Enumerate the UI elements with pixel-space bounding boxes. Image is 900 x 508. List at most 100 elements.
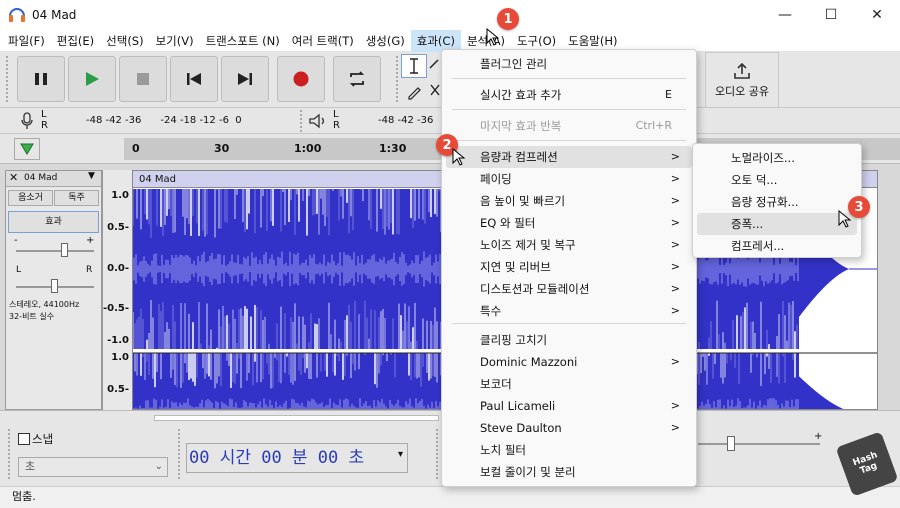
status-bar: 멈춤.	[0, 486, 900, 508]
playback-speed-thumb[interactable]	[727, 436, 735, 451]
menu-item-clip-fix[interactable]: 클리핑 고치기	[446, 329, 692, 351]
waveform-rms	[137, 265, 139, 273]
maximize-button[interactable]: ☐	[808, 0, 854, 30]
waveform-rms	[737, 398, 739, 409]
toolbar-grip[interactable]	[6, 56, 12, 102]
step-badge-1: 1	[497, 8, 519, 30]
menu-item-steve-daulton[interactable]: Steve Daulton >	[446, 417, 692, 439]
menu-item-noise-removal[interactable]: 노이즈 제거 및 복구 >	[446, 234, 692, 256]
menu-edit[interactable]: 편집(E)	[51, 30, 100, 52]
share-audio-button[interactable]: 오디오 공유	[705, 52, 779, 108]
submenu-item-normalize[interactable]: 노멀라이즈...	[697, 147, 857, 169]
playback-speed-slider[interactable]	[698, 443, 820, 445]
gain-slider-thumb[interactable]	[61, 243, 68, 257]
loop-button[interactable]	[333, 56, 381, 102]
menu-item-label: 노치 필터	[480, 443, 526, 457]
time-display[interactable]: 00 시간 00 분 00 초	[186, 443, 408, 473]
menu-item-distortion-modulation[interactable]: 디스토션과 모듈레이션 >	[446, 278, 692, 300]
menu-item-eq-filters[interactable]: EQ 와 필터 >	[446, 212, 692, 234]
speaker-icon[interactable]	[308, 113, 328, 129]
menu-view[interactable]: 보기(V)	[150, 30, 200, 52]
speed-grip[interactable]	[436, 429, 440, 479]
time-grip[interactable]	[178, 429, 182, 479]
multi-tool-button[interactable]	[428, 80, 442, 104]
waveform-rms	[265, 252, 267, 286]
track-menu-arrow-icon[interactable]: ▼	[88, 171, 95, 181]
menu-generate[interactable]: 생성(G)	[360, 30, 411, 52]
waveform-rms	[311, 257, 313, 281]
skip-start-button[interactable]	[170, 56, 218, 102]
menu-item-paul-licameli[interactable]: Paul Licameli >	[446, 395, 692, 417]
y-label: -1.0	[107, 335, 129, 346]
waveform-rms	[365, 401, 367, 409]
microphone-icon[interactable]	[20, 112, 34, 130]
waveform-rms	[375, 261, 377, 277]
snap-unit-select[interactable]: 초 ⌄	[18, 457, 168, 477]
menu-transport[interactable]: 트랜스포트 (N)	[200, 30, 286, 52]
snap-grip[interactable]	[8, 429, 12, 479]
meter-grip[interactable]	[300, 110, 304, 132]
snap-checkbox[interactable]	[18, 433, 30, 445]
draw-tool-button[interactable]	[401, 80, 427, 104]
waveform-rms	[141, 260, 143, 278]
submenu-item-loudness-normalization[interactable]: 음량 정규화...	[697, 191, 857, 213]
playback-meter[interactable]: -48 -42 -36 -24 -18 -12 -6 0	[344, 110, 534, 131]
time-format-dropdown-icon[interactable]: ▾	[398, 449, 403, 460]
menu-item-delay-reverb[interactable]: 지연 및 리버브 >	[446, 256, 692, 278]
pan-slider-thumb[interactable]	[51, 279, 58, 293]
track-name[interactable]: 04 Mad	[24, 173, 57, 183]
title-bar: 04 Mad — ☐ ✕	[0, 0, 900, 30]
waveform-rms	[717, 399, 719, 409]
close-button[interactable]: ✕	[854, 0, 900, 30]
waveform-rms	[755, 253, 757, 285]
selection-tool-button[interactable]	[401, 54, 427, 78]
loop-icon	[349, 71, 365, 87]
menu-item-add-realtime-effect[interactable]: 실시간 효과 추가 E	[446, 84, 692, 106]
waveform-rms	[231, 254, 233, 284]
waveform-rms	[153, 254, 155, 284]
menu-item-notch-filter[interactable]: 노치 필터	[446, 439, 692, 461]
waveform-rms	[263, 254, 265, 284]
stop-button[interactable]	[119, 56, 167, 102]
gain-slider[interactable]	[16, 250, 94, 252]
play-button[interactable]	[68, 56, 116, 102]
menu-item-fading[interactable]: 페이딩 >	[446, 168, 692, 190]
menu-item-dominic-mazzoni[interactable]: Dominic Mazzoni >	[446, 351, 692, 373]
waveform-rms	[241, 264, 243, 274]
minimize-button[interactable]: —	[762, 0, 808, 30]
menu-item-volume-compression[interactable]: 음량과 컴프레션 >	[446, 146, 692, 168]
submenu-item-compressor[interactable]: 컴프레서...	[697, 235, 857, 257]
submenu-item-amplify[interactable]: 증폭...	[697, 213, 857, 235]
menu-item-plugin-manager[interactable]: 플러그인 관리	[446, 53, 692, 75]
menu-item-pitch-tempo[interactable]: 음 높이 및 빠르기 >	[446, 190, 692, 212]
horizontal-scrollbar[interactable]	[154, 415, 439, 421]
waveform-rms	[705, 260, 707, 278]
menu-select[interactable]: 선택(S)	[100, 30, 149, 52]
recording-meter[interactable]: -48 -42 -36 -24 -18 -12 -6 0	[52, 110, 294, 131]
menu-item-special[interactable]: 특수 >	[446, 300, 692, 322]
menu-item-vocal-reduction[interactable]: 보컬 줄이기 및 분리	[446, 461, 692, 483]
track-close-button[interactable]: ✕	[9, 171, 18, 184]
submenu-arrow-icon: >	[670, 355, 680, 368]
waveform-rms	[207, 261, 209, 277]
waveform-rms	[275, 401, 277, 409]
menu-file[interactable]: 파일(F)	[2, 30, 51, 52]
submenu-item-auto-duck[interactable]: 오토 덕...	[697, 169, 857, 191]
waveform-rms	[333, 402, 335, 409]
menu-shortcut: E	[665, 88, 672, 101]
menu-tracks[interactable]: 여러 트랙(T)	[286, 30, 360, 52]
track-effects-button[interactable]: 효과	[8, 211, 99, 233]
skip-end-icon	[238, 73, 252, 85]
gain-minus-label: -	[14, 235, 18, 246]
timeline-options-button[interactable]	[14, 138, 40, 160]
pause-button[interactable]	[17, 56, 65, 102]
record-button[interactable]	[277, 56, 325, 102]
skip-end-button[interactable]	[221, 56, 269, 102]
submenu-arrow-icon: >	[670, 399, 680, 412]
volume-compression-submenu: 노멀라이즈... 오토 덕... 음량 정규화... 증폭... 컴프레서...	[692, 143, 862, 258]
menu-item-vocoder[interactable]: 보코더	[446, 373, 692, 395]
solo-button[interactable]: 독주	[54, 190, 99, 206]
waveform-rms	[291, 398, 293, 409]
envelope-tool-button[interactable]	[428, 54, 442, 78]
mute-button[interactable]: 음소거	[8, 190, 53, 206]
